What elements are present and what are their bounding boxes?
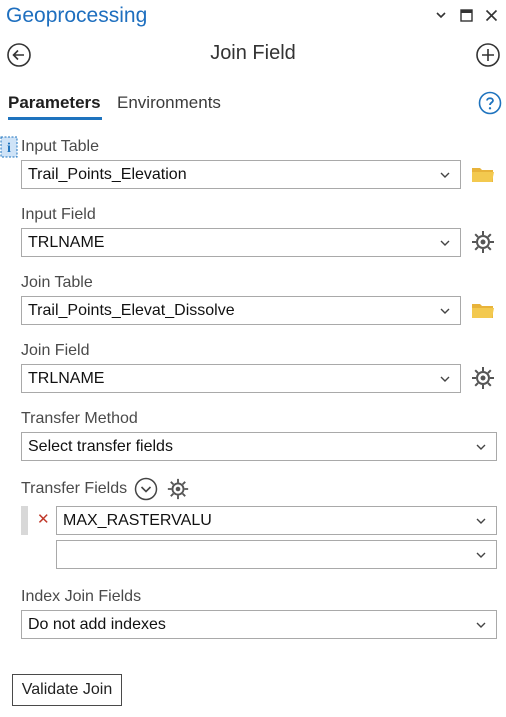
index-join-fields-label: Index Join Fields [21,588,142,605]
join-table-dropdown[interactable]: Trail_Points_Elevat_Dissolve [21,296,461,325]
svg-text:i: i [7,141,11,156]
transfer-method-value: Select transfer fields [28,438,173,455]
transfer-field-value-1: MAX_RASTERVALU [63,512,212,529]
gear-icon[interactable] [470,365,496,391]
join-table-value: Trail_Points_Elevat_Dissolve [28,302,235,319]
chevron-down-icon [440,297,452,324]
validate-join-button[interactable]: Validate Join [12,674,122,706]
chevron-down-icon [440,161,452,188]
gear-icon[interactable] [166,477,190,501]
input-table-dropdown[interactable]: Trail_Points_Elevation [21,160,461,189]
index-join-fields-dropdown[interactable]: Do not add indexes [21,610,497,639]
tab-active-indicator [8,117,102,120]
chevron-down-icon [476,433,488,460]
pane-title: Geoprocessing [6,4,148,27]
transfer-method-dropdown[interactable]: Select transfer fields [21,432,497,461]
chevron-down-icon [440,365,452,392]
transfer-field-dropdown-2[interactable] [56,540,497,569]
help-icon[interactable] [478,91,502,115]
chevron-down-icon[interactable] [432,6,450,24]
chevron-down-icon [440,229,452,256]
folder-icon[interactable] [470,161,496,187]
input-field-value: TRLNAME [28,234,105,251]
transfer-field-dropdown-1[interactable]: MAX_RASTERVALU [56,506,497,535]
tab-parameters[interactable]: Parameters [8,93,101,113]
transfer-method-label: Transfer Method [21,410,138,427]
join-field-dropdown[interactable]: TRLNAME [21,364,461,393]
input-table-value: Trail_Points_Elevation [28,166,187,183]
index-join-fields-value: Do not add indexes [28,616,166,633]
add-icon[interactable] [475,42,501,68]
transfer-fields-label: Transfer Fields [21,480,128,497]
chevron-down-icon [476,507,488,534]
input-field-dropdown[interactable]: TRLNAME [21,228,461,257]
tab-environments[interactable]: Environments [117,93,221,113]
remove-icon[interactable]: ✕ [37,510,50,528]
input-table-label: Input Table [21,138,99,155]
maximize-icon[interactable] [457,6,475,24]
join-field-label: Join Field [21,342,90,359]
info-icon[interactable]: i [0,136,18,158]
input-field-label: Input Field [21,206,96,223]
close-icon[interactable] [482,6,500,24]
chevron-down-icon [476,611,488,638]
gear-icon[interactable] [470,229,496,255]
folder-icon[interactable] [470,297,496,323]
join-table-label: Join Table [21,274,93,291]
join-field-value: TRLNAME [28,370,105,387]
tool-title: Join Field [210,42,296,64]
expand-chevron-icon[interactable] [134,477,158,501]
chevron-down-icon [476,541,488,568]
row-drag-handle[interactable] [21,506,28,535]
